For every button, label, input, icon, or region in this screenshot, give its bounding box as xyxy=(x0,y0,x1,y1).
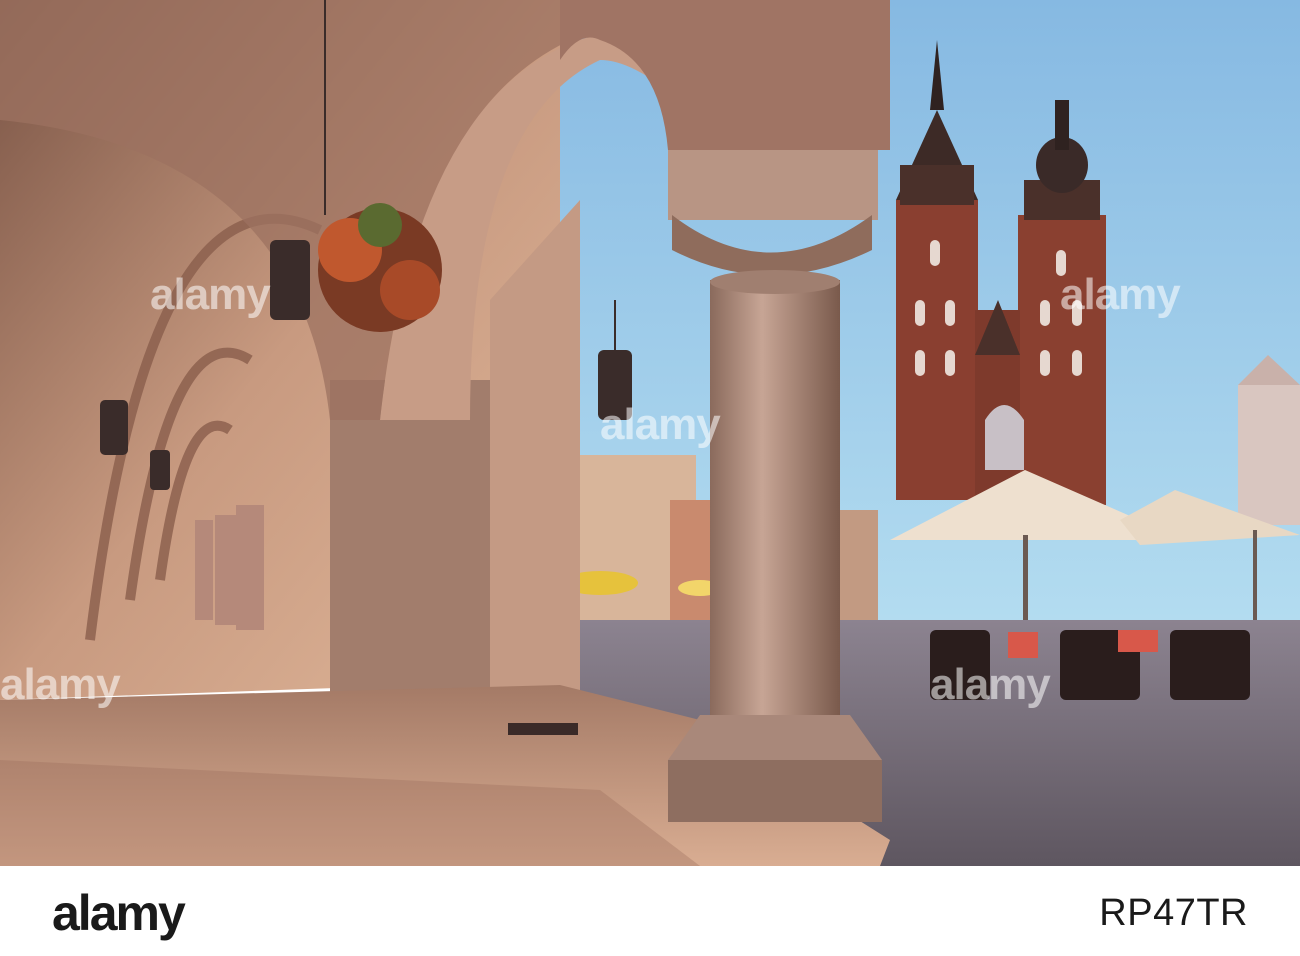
stock-photo xyxy=(0,0,1300,866)
alamy-logo[interactable]: alamy xyxy=(52,884,186,942)
footer-bar: alamy RP47TR xyxy=(0,866,1300,956)
image-id: RP47TR xyxy=(1099,892,1248,934)
stone-pier xyxy=(330,380,500,700)
